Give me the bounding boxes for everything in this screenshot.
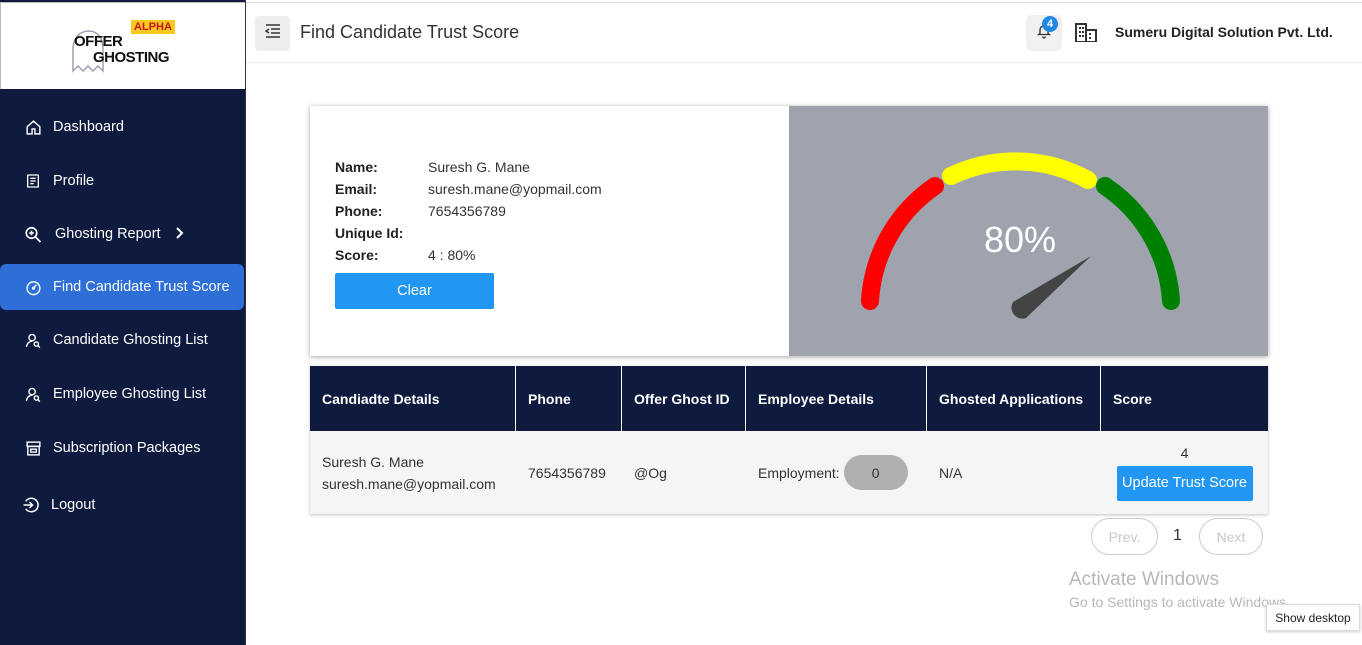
row-candidate-email: suresh.mane@yopmail.com [322, 475, 496, 492]
next-page-button[interactable]: Next [1199, 518, 1263, 555]
speedometer-icon [24, 278, 42, 296]
col-header-employee-details: Employee Details [746, 366, 927, 431]
employment-count-pill[interactable]: 0 [843, 455, 908, 490]
candidate-card: Name: Suresh G. Mane Email: suresh.mane@… [310, 106, 1268, 356]
cell-phone: 7654356789 [528, 464, 606, 481]
menu-toggle-button[interactable] [255, 16, 290, 51]
row-score-value: 4 [1180, 444, 1189, 461]
clear-button[interactable]: Clear [335, 273, 494, 309]
email-label: Email: [335, 181, 378, 197]
logo-line1: OFFER [74, 33, 123, 50]
candidate-name: Suresh G. Mane [428, 159, 530, 175]
gauge-green-arc [1096, 177, 1180, 310]
logo-badge: ALPHA [131, 20, 175, 34]
sidebar-item-find-candidate-trust-score[interactable]: Find Candidate Trust Score [0, 264, 244, 310]
gauge-needle [1011, 256, 1091, 319]
name-row: Name: Suresh G. Mane [335, 156, 602, 178]
prev-page-button[interactable]: Prev. [1091, 518, 1158, 555]
sidebar-item-profile[interactable]: Profile [0, 158, 245, 204]
gauge-svg: 80% [861, 152, 1180, 319]
trust-score-gauge: 80% [789, 106, 1268, 356]
name-label: Name: [335, 159, 378, 175]
chevron-right-icon [175, 226, 185, 242]
cell-score: 4 Update Trust Score [1101, 431, 1268, 514]
logout-icon [22, 496, 40, 514]
update-trust-score-button[interactable]: Update Trust Score [1116, 465, 1253, 501]
current-page-number[interactable]: 1 [1173, 527, 1182, 545]
activate-windows-subtitle: Go to Settings to activate Windows. [1069, 594, 1290, 610]
candidate-table: Candiadte Details Phone Offer Ghost ID E… [310, 366, 1268, 514]
phone-row: Phone: 7654356789 [335, 200, 602, 222]
phone-label: Phone: [335, 203, 383, 219]
sidebar-item-dashboard[interactable]: Dashboard [0, 104, 245, 150]
sidebar-item-candidate-ghosting-list[interactable]: Candidate Ghosting List [0, 317, 245, 363]
score-row: Score: 4 : 80% [335, 244, 602, 266]
sidebar-item-subscription-packages[interactable]: Subscription Packages [0, 425, 245, 471]
organization-name[interactable]: Sumeru Digital Solution Pvt. Ltd. [1115, 24, 1333, 40]
unique-id-label: Unique Id: [335, 225, 404, 241]
page-title: Find Candidate Trust Score [300, 22, 520, 42]
email-row: Email: suresh.mane@yopmail.com [335, 178, 602, 200]
sidebar-item-label: Employee Ghosting List [53, 386, 207, 402]
home-icon [24, 118, 42, 136]
notification-count-badge: 4 [1042, 16, 1058, 32]
gauge-yellow-arc [942, 152, 1097, 189]
sidebar-item-label: Find Candidate Trust Score [53, 279, 230, 295]
sidebar-item-label: Profile [53, 173, 95, 189]
sidebar: ALPHA OFFER GHOSTING Dashboard Profile G… [0, 0, 246, 645]
activate-windows-title: Activate Windows [1069, 569, 1219, 590]
row-candidate-name: Suresh G. Mane [322, 453, 424, 470]
cell-employee-details: Employment: 0 [746, 431, 927, 514]
employment-label: Employment: [758, 464, 840, 481]
sidebar-item-label: Subscription Packages [53, 440, 201, 456]
search-zoom-icon [24, 225, 42, 243]
menu-collapse-icon [264, 24, 281, 43]
col-header-phone: Phone [516, 366, 622, 431]
logo-area[interactable]: ALPHA OFFER GHOSTING [0, 2, 245, 89]
score-label: Score: [335, 247, 379, 263]
col-header-ghosted-applications: Ghosted Applications [927, 366, 1101, 431]
gauge-value-text: 80% [984, 219, 1056, 260]
logo-line2: GHOSTING [93, 49, 170, 66]
sidebar-item-ghosting-report[interactable]: Ghosting Report [0, 211, 245, 257]
top-bar: Find Candidate Trust Score 4 Sumeru Digi… [246, 2, 1362, 63]
cell-offer-ghost-id: @Og [634, 464, 667, 481]
sidebar-item-logout[interactable]: Logout [0, 482, 245, 528]
show-desktop-tooltip: Show desktop [1266, 604, 1360, 631]
table-row: Suresh G. Mane suresh.mane@yopmail.com 7… [310, 431, 1268, 514]
user-search-icon [24, 385, 42, 403]
offer-ghosting-logo: ALPHA OFFER GHOSTING [71, 19, 181, 77]
cell-candidate-details: Suresh G. Mane suresh.mane@yopmail.com [310, 431, 516, 514]
unique-id-row: Unique Id: [335, 222, 602, 244]
sidebar-item-label: Candidate Ghosting List [53, 332, 208, 348]
candidate-info: Name: Suresh G. Mane Email: suresh.mane@… [335, 156, 602, 266]
cell-ghosted-applications: N/A [939, 464, 963, 481]
candidate-score: 4 : 80% [428, 247, 476, 263]
user-search-icon [24, 331, 42, 349]
col-header-candidate-details: Candiadte Details [310, 366, 516, 431]
candidate-email: suresh.mane@yopmail.com [428, 181, 602, 197]
sidebar-item-label: Ghosting Report [55, 226, 161, 242]
sidebar-item-employee-ghosting-list[interactable]: Employee Ghosting List [0, 371, 245, 417]
profile-icon [24, 172, 42, 190]
table-header: Candiadte Details Phone Offer Ghost ID E… [310, 366, 1268, 431]
sidebar-item-label: Logout [51, 497, 96, 513]
building-icon [1075, 22, 1097, 47]
sidebar-item-label: Dashboard [53, 119, 124, 135]
gauge-red-arc [861, 177, 944, 310]
candidate-phone: 7654356789 [428, 203, 506, 219]
col-header-score: Score [1113, 390, 1152, 407]
col-header-offer-ghost-id: Offer Ghost ID [622, 366, 746, 431]
store-icon [24, 439, 42, 457]
